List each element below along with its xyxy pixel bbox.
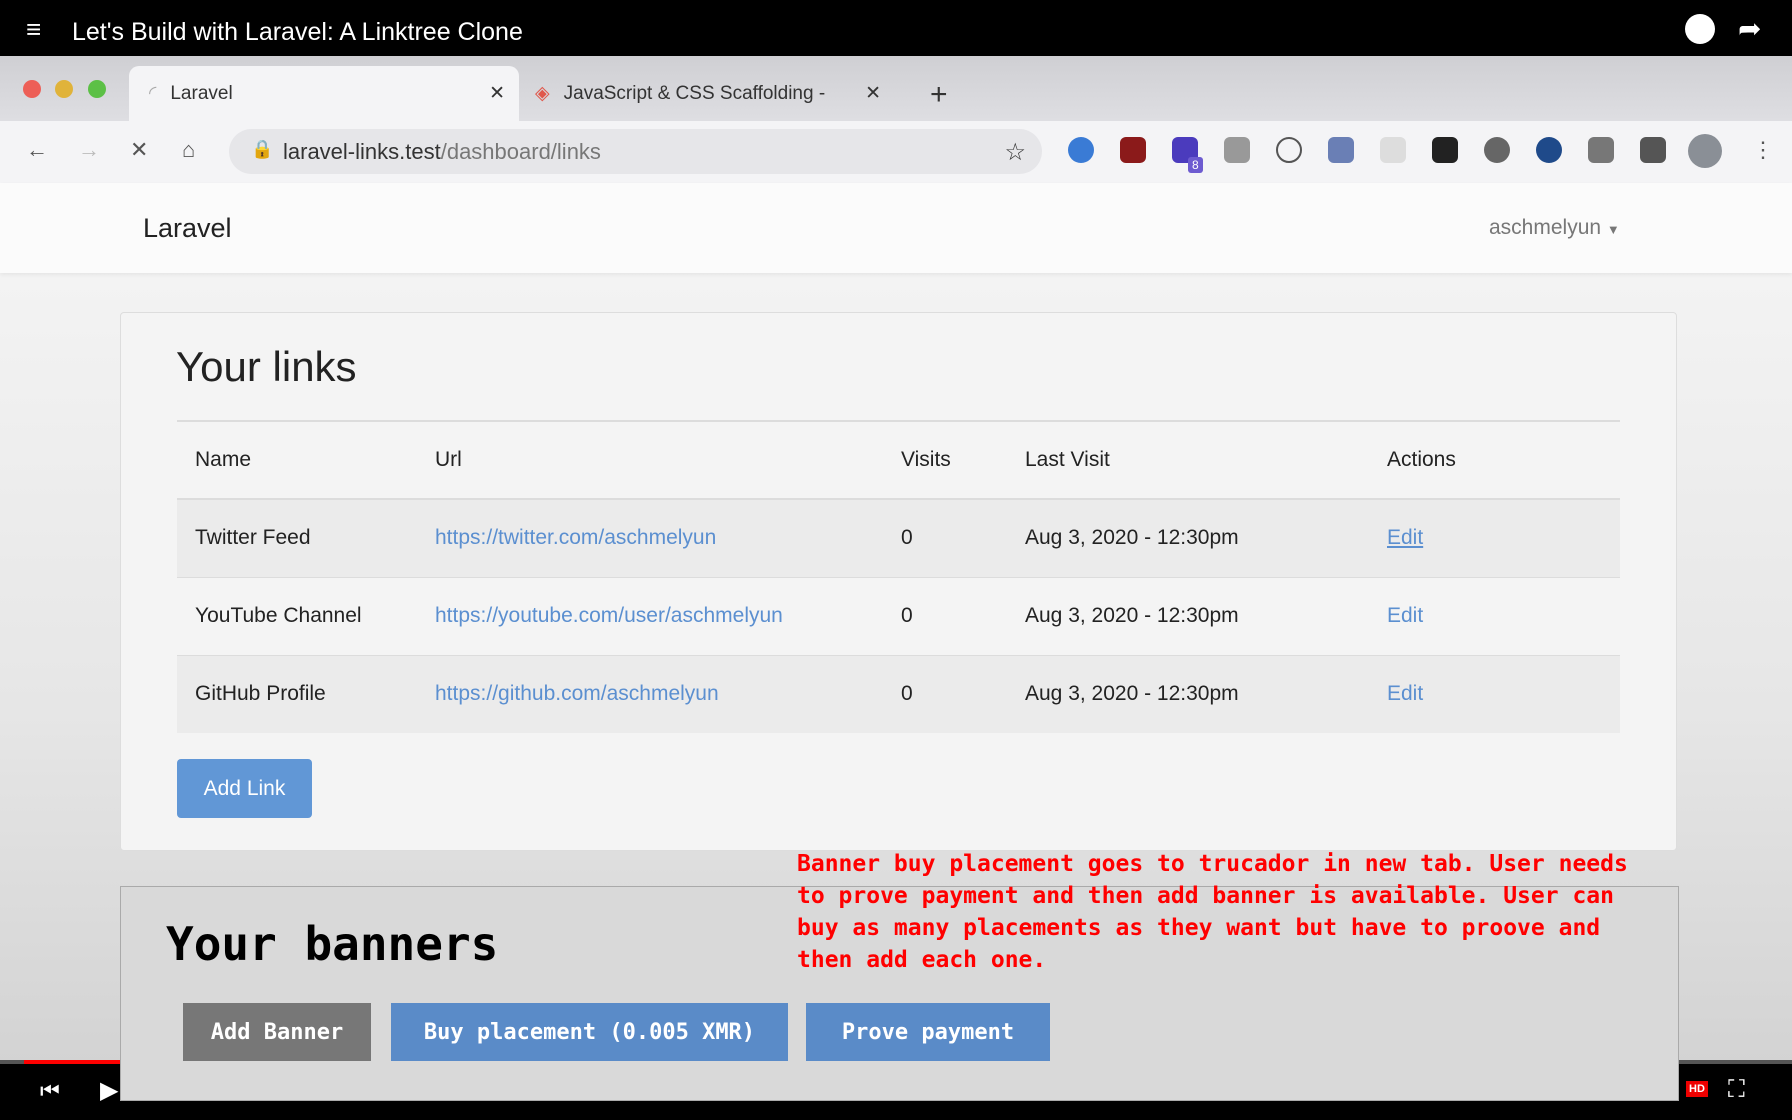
cast-icon[interactable] (1588, 137, 1614, 163)
forward-icon[interactable]: → (78, 137, 100, 163)
page-title: Your links (176, 343, 357, 390)
link-url[interactable]: https://twitter.com/aschmelyun (435, 526, 716, 549)
tab-laravel[interactable]: ◜ Laravel ✕ (129, 66, 519, 121)
link-visits: 0 (883, 654, 1007, 733)
maximize-window-button[interactable] (88, 80, 106, 98)
buy-placement-button[interactable]: Buy placement (0.005 XMR) (391, 1003, 788, 1061)
laravel-favicon-icon: ◈ (535, 83, 550, 104)
json-icon[interactable] (1276, 137, 1302, 163)
close-window-button[interactable] (23, 80, 41, 98)
column-header: Url (417, 421, 883, 500)
home-icon[interactable]: ⌂ (182, 137, 195, 163)
user-dropdown[interactable]: aschmelyun ▼ (1489, 216, 1620, 240)
link-url[interactable]: https://youtube.com/user/aschmelyun (435, 604, 783, 627)
user-name: aschmelyun (1489, 216, 1602, 239)
tab-strip: ◜ Laravel ✕ ◈ JavaScript & CSS Scaffoldi… (0, 56, 1792, 121)
add-banner-button[interactable]: Add Banner (183, 1003, 371, 1061)
tab-label: JavaScript & CSS Scaffolding - (563, 82, 826, 104)
caret-down-icon: ▼ (1606, 222, 1620, 237)
links-card: Your links Name Url Visits Last Visit Ac… (120, 312, 1677, 851)
tab-scaffolding[interactable]: ◈ JavaScript & CSS Scaffolding - ✕ (525, 66, 895, 121)
link-url[interactable]: https://github.com/aschmelyun (435, 682, 719, 705)
video-title-bar: ≡ Let's Build with Laravel: A Linktree C… (0, 0, 1792, 56)
exit-fullscreen-icon[interactable]: ⛶ (1728, 1076, 1745, 1104)
react-icon[interactable] (1380, 137, 1406, 163)
avatar[interactable] (1688, 134, 1722, 168)
gear-icon[interactable] (1484, 137, 1510, 163)
table-row: GitHub Profile https://github.com/aschme… (177, 654, 1620, 733)
audio-icon[interactable] (1432, 137, 1458, 163)
minimize-window-button[interactable] (55, 80, 73, 98)
browser-toolbar: ← → ✕ ⌂ 🔒 laravel-links.test/dashboard/l… (0, 121, 1792, 183)
loading-icon: ◜ (149, 83, 157, 104)
link-visits: 0 (883, 498, 1007, 577)
address-bar[interactable]: 🔒 laravel-links.test/dashboard/links ☆ (229, 129, 1042, 174)
video-title: Let's Build with Laravel: A Linktree Clo… (72, 18, 523, 46)
puzzle-icon[interactable] (1640, 137, 1666, 163)
edit-link[interactable]: Edit (1387, 682, 1423, 705)
link-name: Twitter Feed (177, 498, 417, 577)
table-row: YouTube Channel https://youtube.com/user… (177, 576, 1620, 655)
tab-label: Laravel (170, 82, 233, 104)
link-name: GitHub Profile (177, 654, 417, 733)
stop-icon[interactable]: ✕ (130, 137, 148, 163)
close-tab-icon[interactable]: ✕ (865, 82, 881, 105)
banners-title: Your banners (166, 917, 499, 971)
url-host: laravel-links.test (283, 138, 441, 164)
playlist-icon[interactable]: ≡ (26, 14, 41, 45)
vue-devtools-icon[interactable] (1224, 137, 1250, 163)
brand-link[interactable]: Laravel (143, 213, 232, 244)
extension-badge-count: 8 (1188, 157, 1203, 173)
link-name: YouTube Channel (177, 576, 417, 655)
extension-a-icon[interactable] (1068, 137, 1094, 163)
prove-payment-button[interactable]: Prove payment (806, 1003, 1050, 1061)
heart-icon[interactable] (1536, 137, 1562, 163)
link-last-visit: Aug 3, 2020 - 12:30pm (1007, 576, 1369, 655)
link-last-visit: Aug 3, 2020 - 12:30pm (1007, 654, 1369, 733)
navbar: Laravel aschmelyun ▼ (0, 183, 1792, 273)
column-header: Actions (1369, 421, 1620, 500)
column-header: Last Visit (1007, 421, 1369, 500)
previous-icon[interactable]: ⏮ (40, 1078, 60, 1104)
close-tab-icon[interactable]: ✕ (489, 82, 505, 105)
edit-link[interactable]: Edit (1387, 526, 1423, 549)
ublock-icon[interactable] (1120, 137, 1146, 163)
watch-later-icon[interactable] (1685, 14, 1715, 44)
link-visits: 0 (883, 576, 1007, 655)
column-header: Name (177, 421, 417, 500)
edit-link[interactable]: Edit (1387, 604, 1423, 627)
new-tab-button[interactable]: + (930, 78, 948, 112)
url-path: /dashboard/links (440, 138, 601, 164)
annotation-note: Banner buy placement goes to trucador in… (797, 851, 1628, 973)
table-row: Twitter Feed https://twitter.com/aschmel… (177, 498, 1620, 577)
hd-badge: HD (1686, 1081, 1708, 1097)
play-icon[interactable]: ▶ (100, 1076, 118, 1105)
links-table: Name Url Visits Last Visit Actions Twitt… (177, 420, 1620, 733)
link-last-visit: Aug 3, 2020 - 12:30pm (1007, 498, 1369, 577)
add-link-button[interactable]: Add Link (177, 759, 312, 818)
share-icon[interactable]: ➦ (1738, 12, 1761, 45)
back-icon[interactable]: ← (26, 137, 48, 163)
menu-icon[interactable]: ⋮ (1752, 137, 1774, 163)
bookmark-star-icon[interactable]: ☆ (1004, 138, 1026, 167)
eyedropper-icon[interactable] (1328, 137, 1354, 163)
lock-icon: 🔒 (251, 139, 274, 159)
column-header: Visits (883, 421, 1007, 500)
